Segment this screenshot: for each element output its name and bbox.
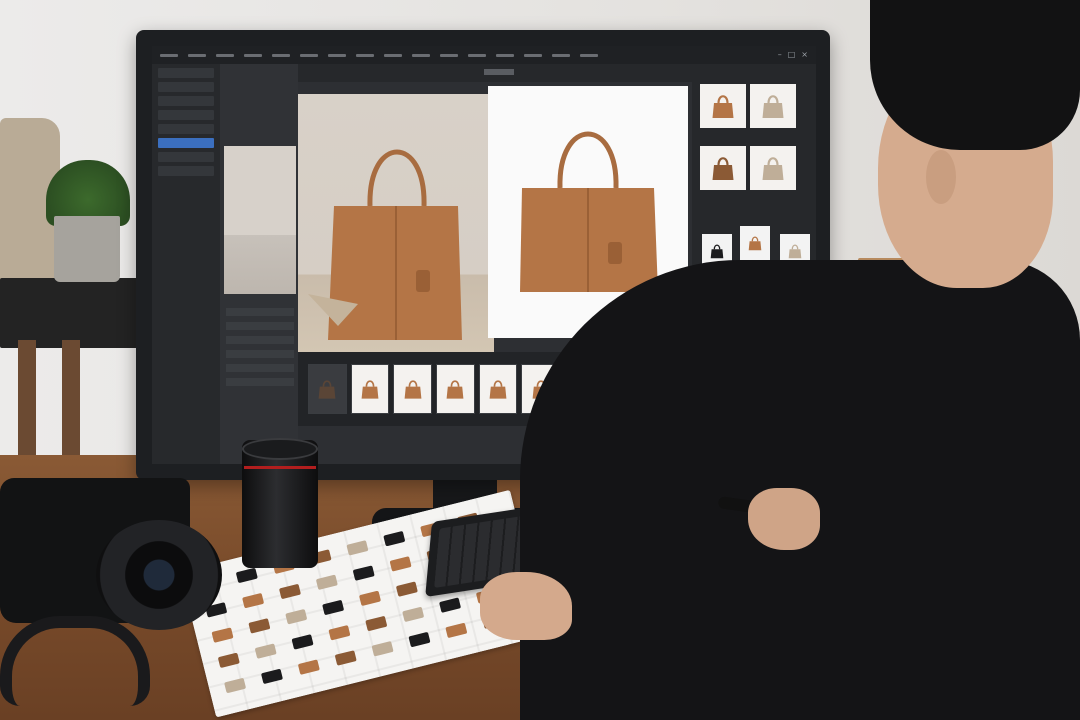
printed-bag-thumbnail bbox=[389, 556, 412, 572]
menu-item[interactable] bbox=[580, 53, 598, 57]
menu-bar[interactable] bbox=[152, 46, 816, 64]
filmstrip-frame[interactable] bbox=[478, 364, 518, 414]
menu-item[interactable] bbox=[552, 53, 570, 57]
printed-bag-thumbnail bbox=[285, 608, 308, 625]
asset-thumbnail[interactable] bbox=[700, 146, 746, 190]
printed-bag-thumbnail bbox=[217, 652, 240, 669]
layer-row[interactable] bbox=[158, 110, 214, 120]
menu-item[interactable] bbox=[524, 53, 542, 57]
close-icon[interactable]: × bbox=[801, 50, 808, 59]
filmstrip-frame[interactable] bbox=[350, 364, 390, 414]
filmstrip-frame[interactable] bbox=[308, 364, 347, 414]
menu-item[interactable] bbox=[216, 53, 234, 57]
layer-row[interactable] bbox=[158, 96, 214, 106]
printed-bag-thumbnail bbox=[439, 597, 462, 613]
printed-bag-thumbnail bbox=[224, 677, 247, 694]
menu-item[interactable] bbox=[272, 53, 290, 57]
asset-item[interactable] bbox=[740, 226, 770, 260]
hand-holding-stylus bbox=[748, 488, 820, 550]
hand-on-keyboard bbox=[480, 572, 572, 640]
plant-pot bbox=[54, 216, 120, 282]
printed-bag-thumbnail bbox=[242, 592, 265, 609]
printed-bag-thumbnail bbox=[211, 627, 234, 643]
printed-bag-thumbnail bbox=[315, 574, 338, 591]
asset-thumbnail[interactable] bbox=[700, 84, 746, 128]
person-hair bbox=[870, 0, 1080, 150]
menu-item[interactable] bbox=[300, 53, 318, 57]
printed-bag-thumbnail bbox=[278, 583, 302, 600]
menu-item[interactable] bbox=[496, 53, 514, 57]
menu-item[interactable] bbox=[384, 53, 402, 57]
printed-bag-thumbnail bbox=[297, 659, 320, 675]
asset-thumbnail[interactable] bbox=[750, 146, 796, 190]
minimize-icon[interactable]: – bbox=[778, 50, 782, 59]
menu-item[interactable] bbox=[188, 53, 206, 57]
menu-item[interactable] bbox=[440, 53, 458, 57]
layers-panel[interactable] bbox=[152, 64, 220, 464]
shelf-leg bbox=[18, 340, 36, 470]
headphones bbox=[0, 616, 150, 706]
menu-item[interactable] bbox=[160, 53, 178, 57]
printed-bag-thumbnail bbox=[260, 668, 284, 685]
navigator-thumbnail bbox=[224, 146, 296, 294]
menu-item[interactable] bbox=[244, 53, 262, 57]
shelf-leg bbox=[62, 340, 80, 470]
printed-bag-thumbnail bbox=[346, 540, 369, 556]
printed-bag-thumbnail bbox=[291, 634, 314, 650]
asset-thumbnail[interactable] bbox=[750, 84, 796, 128]
layer-row[interactable] bbox=[158, 166, 214, 176]
printed-bag-thumbnail bbox=[352, 565, 375, 581]
layer-row[interactable] bbox=[158, 124, 214, 134]
shelf bbox=[0, 278, 150, 348]
printed-bag-thumbnail bbox=[254, 643, 277, 659]
printed-bag-thumbnail bbox=[395, 581, 418, 597]
window-controls[interactable]: – □ × bbox=[778, 50, 808, 59]
lens-red-ring bbox=[244, 466, 316, 469]
filmstrip-frame[interactable] bbox=[436, 364, 475, 414]
layer-row[interactable] bbox=[158, 152, 214, 162]
printed-bag-thumbnail bbox=[248, 618, 271, 634]
printed-bag-thumbnail bbox=[383, 530, 406, 547]
canvas-original-photo[interactable] bbox=[298, 94, 494, 352]
camera-attached-lens bbox=[96, 520, 222, 630]
person-ear bbox=[926, 150, 956, 204]
printed-bag-thumbnail bbox=[402, 606, 425, 623]
layer-row[interactable] bbox=[158, 82, 214, 92]
menu-item[interactable] bbox=[328, 53, 346, 57]
menu-item[interactable] bbox=[468, 53, 486, 57]
filmstrip-frame[interactable] bbox=[393, 364, 433, 414]
printed-bag-thumbnail bbox=[328, 624, 351, 641]
printed-bag-thumbnail bbox=[408, 631, 431, 648]
maximize-icon[interactable]: □ bbox=[788, 50, 796, 59]
layer-row[interactable] bbox=[158, 68, 214, 78]
printed-bag-thumbnail bbox=[322, 599, 345, 616]
document-tabs[interactable] bbox=[298, 64, 692, 82]
menu-item[interactable] bbox=[356, 53, 374, 57]
printed-bag-thumbnail bbox=[334, 650, 357, 666]
lens-front-element bbox=[242, 438, 318, 460]
printed-bag-thumbnail bbox=[358, 590, 382, 607]
printed-bag-thumbnail bbox=[365, 615, 388, 632]
layer-row[interactable] bbox=[158, 138, 214, 148]
tote-bag-original bbox=[308, 149, 462, 340]
printed-bag-thumbnail bbox=[371, 641, 394, 657]
printed-bag-thumbnail bbox=[445, 622, 468, 639]
printed-bag-thumbnail bbox=[235, 567, 258, 584]
menu-item[interactable] bbox=[412, 53, 430, 57]
